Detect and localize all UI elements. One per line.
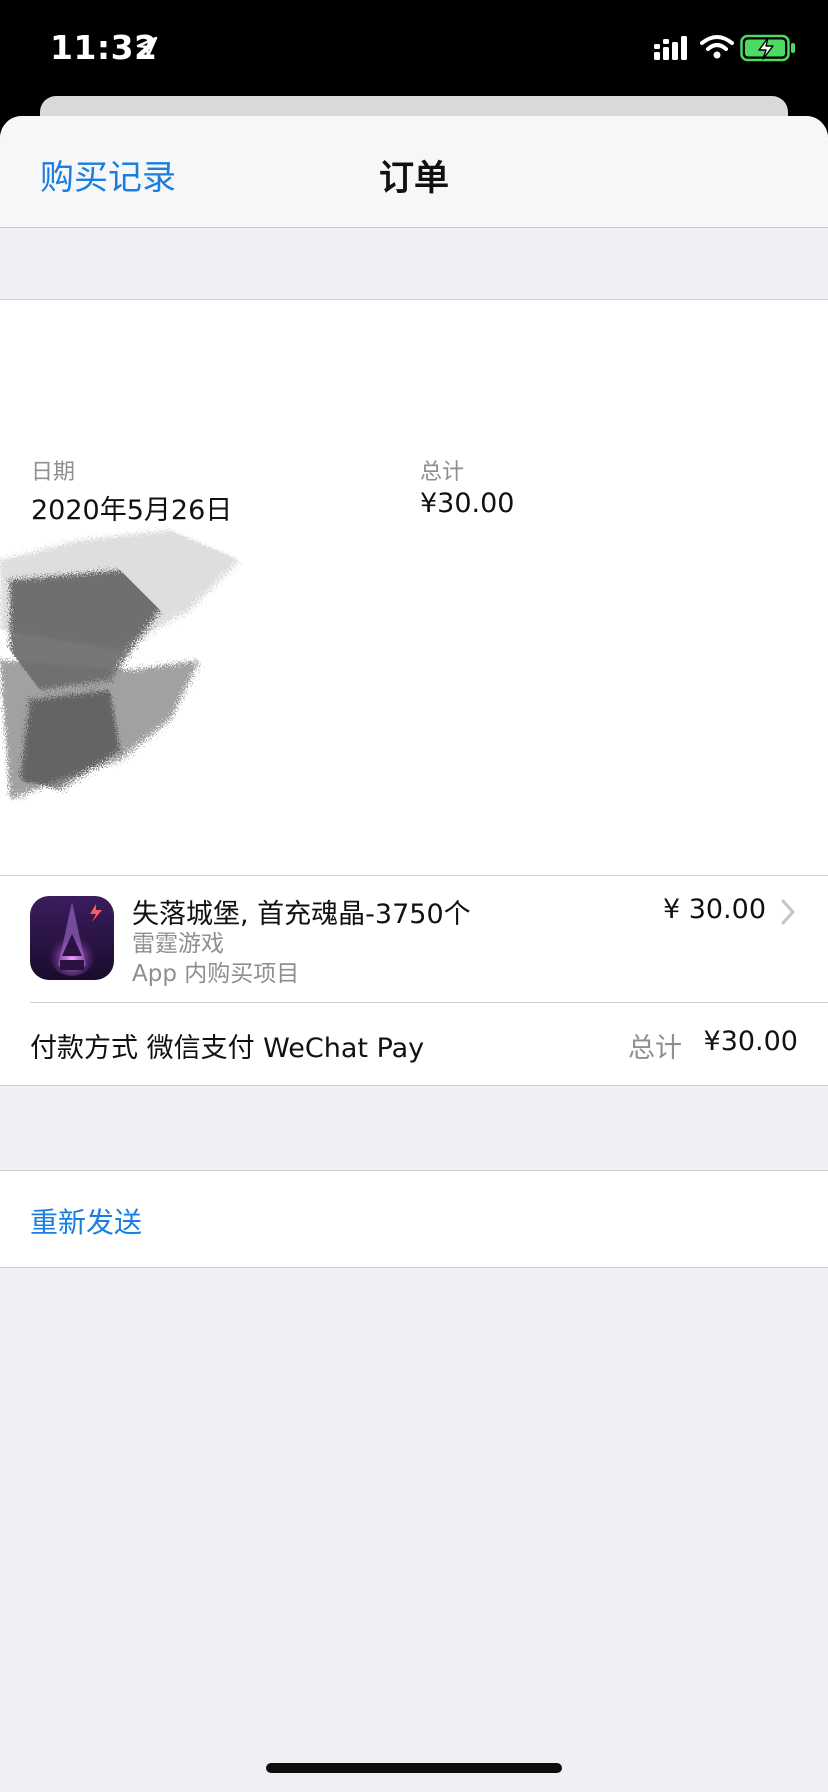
payment-total-value: ¥30.00 — [703, 1026, 798, 1057]
redaction-scribble-middle — [0, 530, 240, 800]
order-sheet: 购买记录 订单 日期 2020年5月26日 总计 ¥30.00 失落城堡, 首充… — [0, 116, 828, 1792]
home-indicator[interactable] — [266, 1763, 562, 1773]
resend-button[interactable]: 重新发送 — [30, 1201, 142, 1241]
chevron-right-icon[interactable] — [780, 898, 796, 926]
location-arrow-icon — [136, 36, 158, 58]
item-developer: 雷霆游戏 — [132, 931, 224, 957]
date-label: 日期 — [31, 460, 76, 485]
wifi-icon — [700, 35, 734, 59]
resend-card: 重新发送 — [0, 1170, 828, 1268]
order-info-card: 日期 2020年5月26日 总计 ¥30.00 — [0, 300, 828, 876]
total-value: ¥30.00 — [420, 488, 515, 519]
total-label: 总计 — [420, 460, 465, 485]
status-bar: 11:32 — [0, 0, 828, 96]
page-title: 订单 — [378, 159, 449, 199]
item-type: App 内购买项目 — [132, 961, 300, 987]
lost-castle-app-icon — [30, 896, 114, 980]
navigation-bar: 购买记录 订单 — [0, 116, 828, 228]
purchase-item-card: 失落城堡, 首充魂晶-3750个 雷霆游戏 App 内购买项目 ¥ 30.00 … — [0, 876, 828, 1086]
payment-total-label: 总计 — [628, 1033, 682, 1064]
signal-icon — [654, 36, 687, 60]
row-divider — [30, 1002, 828, 1003]
item-price: ¥ 30.00 — [662, 894, 766, 925]
payment-method: 付款方式 微信支付 WeChat Pay — [30, 1033, 425, 1064]
battery-charging-icon — [740, 34, 795, 62]
